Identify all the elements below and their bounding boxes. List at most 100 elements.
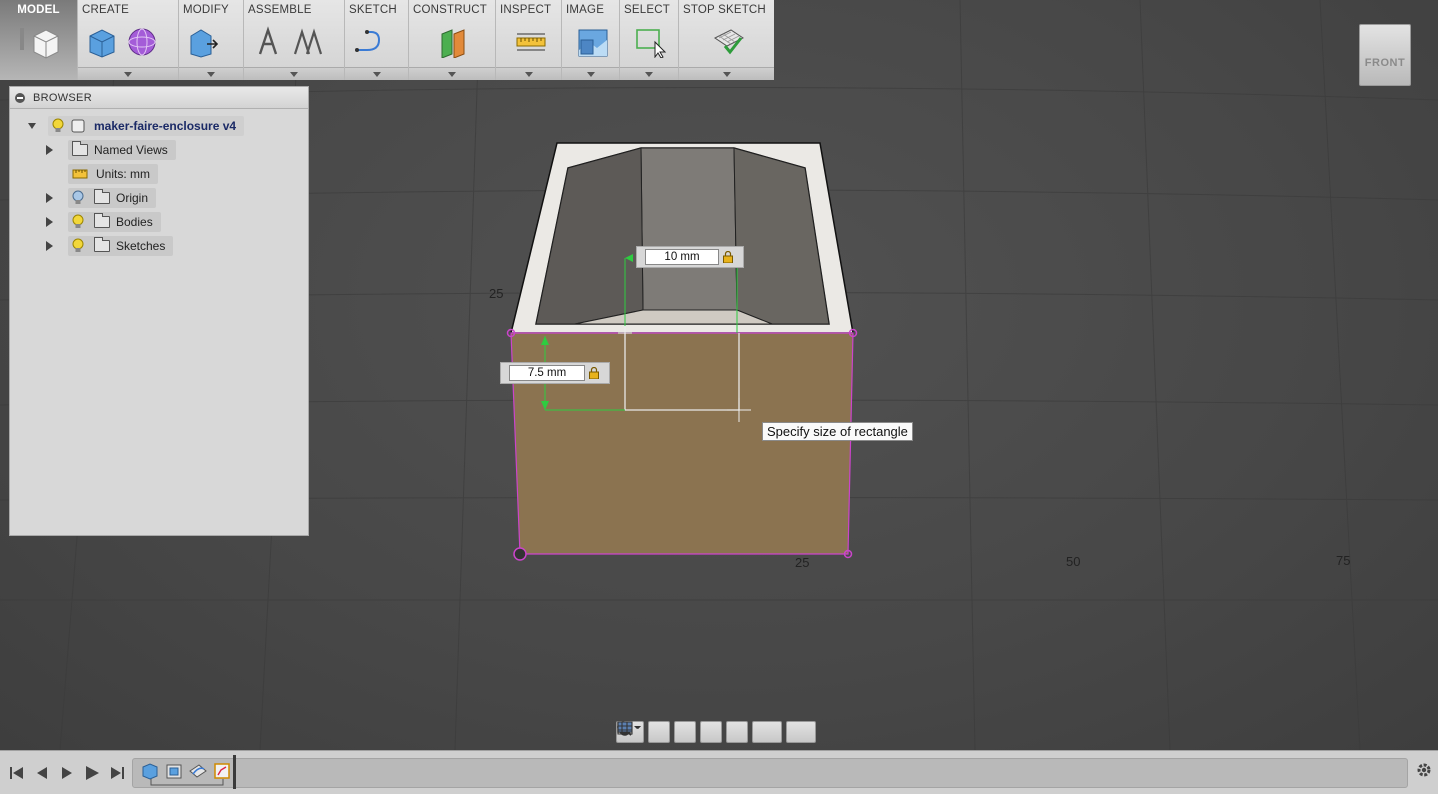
sphere-icon[interactable] [126, 26, 158, 58]
stop-sketch-group[interactable]: STOP SKETCH [679, 0, 774, 80]
stop-sketch-icon[interactable] [713, 26, 745, 58]
dimension-width-input[interactable] [645, 249, 719, 265]
timeline-settings-gear-icon[interactable] [1416, 762, 1432, 778]
measure-icon[interactable] [515, 26, 547, 58]
grid-settings-button[interactable] [617, 721, 816, 743]
assemble-label: ASSEMBLE [248, 4, 312, 16]
grid-label-x50: 50 [1066, 554, 1081, 569]
create-label: CREATE [82, 4, 129, 16]
skip-to-end-icon[interactable] [109, 766, 125, 780]
lightbulb-icon[interactable] [72, 238, 84, 254]
lightbulb-off-icon[interactable] [72, 190, 84, 206]
tooltip: Specify size of rectangle [762, 422, 913, 441]
step-forward-icon[interactable] [59, 766, 75, 780]
inspect-group[interactable]: INSPECT [496, 0, 562, 80]
lightbulb-icon[interactable] [72, 214, 84, 230]
construct-dropdown[interactable] [409, 67, 495, 80]
play-icon[interactable] [84, 766, 100, 780]
ruler-icon [72, 169, 88, 179]
timeline-active-sketch-icon[interactable] [213, 762, 231, 780]
expand-icon[interactable] [46, 217, 53, 227]
stop-sketch-label: STOP SKETCH [683, 4, 766, 16]
zoom-button[interactable] [617, 721, 722, 743]
timeline-box-feature-icon[interactable] [141, 762, 159, 780]
expand-icon[interactable] [46, 145, 53, 155]
grid-icon [617, 721, 641, 735]
toolbar: MODEL CREATE MODIFY ASSEMBLE SKETCH CONS… [0, 0, 774, 80]
grid-label-x25: 25 [795, 555, 810, 570]
timeline-sketch-feature-icon[interactable] [189, 762, 207, 780]
timeline-shell-feature-icon[interactable] [165, 762, 183, 780]
assemble-dropdown[interactable] [244, 67, 344, 80]
browser-header[interactable]: BROWSER [10, 87, 308, 109]
pan-button[interactable] [619, 721, 696, 743]
sketch-curve-icon[interactable] [353, 26, 385, 58]
modify-group[interactable]: MODIFY [179, 0, 244, 80]
workspace-switcher[interactable]: MODEL [0, 0, 78, 80]
image-label: IMAGE [566, 4, 605, 16]
look-at-button[interactable] [617, 721, 670, 743]
dimension-height-box [500, 362, 610, 384]
tree-item-label: Bodies [116, 215, 153, 229]
lock-icon[interactable] [589, 367, 599, 379]
expand-icon[interactable] [46, 193, 53, 203]
grid-label-x75: 75 [1336, 553, 1351, 568]
assemble-group[interactable]: ASSEMBLE [244, 0, 345, 80]
expand-icon[interactable] [28, 123, 36, 129]
create-dropdown[interactable] [78, 67, 178, 80]
collapse-icon[interactable] [15, 92, 25, 103]
box-icon[interactable] [86, 26, 118, 58]
skip-to-start-icon[interactable] [9, 766, 25, 780]
modify-dropdown[interactable] [179, 67, 243, 80]
timeline-track[interactable] [132, 755, 1408, 789]
view-cube[interactable]: FRONT [1359, 24, 1411, 86]
grid-label-y25: 25 [489, 286, 504, 301]
select-dropdown[interactable] [620, 67, 678, 80]
tree-root[interactable]: maker-faire-enclosure v4 [28, 115, 245, 137]
dimension-height-input[interactable] [509, 365, 585, 381]
timeline-group-bracket [150, 779, 224, 786]
view-cube-face-label: FRONT [1364, 57, 1406, 69]
folder-icon [72, 141, 88, 156]
tree-item-origin[interactable]: Origin [46, 187, 157, 209]
as-built-joint-icon[interactable] [292, 26, 324, 58]
canvas-image-icon[interactable] [577, 26, 609, 58]
create-group[interactable]: CREATE [78, 0, 179, 80]
tree-item-named-views[interactable]: Named Views [46, 139, 176, 161]
step-back-icon[interactable] [34, 766, 50, 780]
lightbulb-icon[interactable] [52, 118, 64, 134]
folder-icon [94, 237, 110, 252]
press-pull-icon[interactable] [187, 26, 219, 58]
stop-sketch-dropdown[interactable] [679, 67, 774, 80]
expand-icon[interactable] [46, 241, 53, 251]
joint-icon[interactable] [252, 26, 284, 58]
timeline [0, 750, 1438, 794]
inspect-label: INSPECT [500, 4, 552, 16]
select-group[interactable]: SELECT [620, 0, 679, 80]
browser-title: BROWSER [33, 91, 92, 104]
tree-item-label: Origin [116, 191, 149, 205]
tree-item-label: Named Views [94, 143, 168, 157]
construct-label: CONSTRUCT [413, 4, 487, 16]
display-settings-button[interactable] [617, 721, 782, 743]
fit-button[interactable] [617, 721, 748, 743]
offset-plane-icon[interactable] [438, 26, 470, 58]
sketch-dropdown[interactable] [345, 67, 408, 80]
navigation-bar [616, 720, 824, 744]
tree-item-bodies[interactable]: Bodies [46, 211, 161, 233]
sketch-group[interactable]: SKETCH [345, 0, 409, 80]
tree-item-sketches[interactable]: Sketches [46, 235, 174, 257]
tree-item-label: Units: mm [96, 167, 150, 181]
tree-item-label: Sketches [116, 239, 166, 253]
tree-root-label: maker-faire-enclosure v4 [94, 119, 237, 133]
construct-group[interactable]: CONSTRUCT [409, 0, 496, 80]
image-group[interactable]: IMAGE [562, 0, 620, 80]
select-arrow-icon[interactable] [635, 26, 667, 58]
timeline-marker[interactable] [233, 755, 236, 789]
image-dropdown[interactable] [562, 67, 619, 80]
lock-icon[interactable] [723, 251, 733, 263]
folder-icon [94, 213, 110, 228]
inspect-dropdown[interactable] [496, 67, 561, 80]
tree-item-units[interactable]: Units: mm [46, 163, 158, 185]
dimension-width-box [636, 246, 744, 268]
